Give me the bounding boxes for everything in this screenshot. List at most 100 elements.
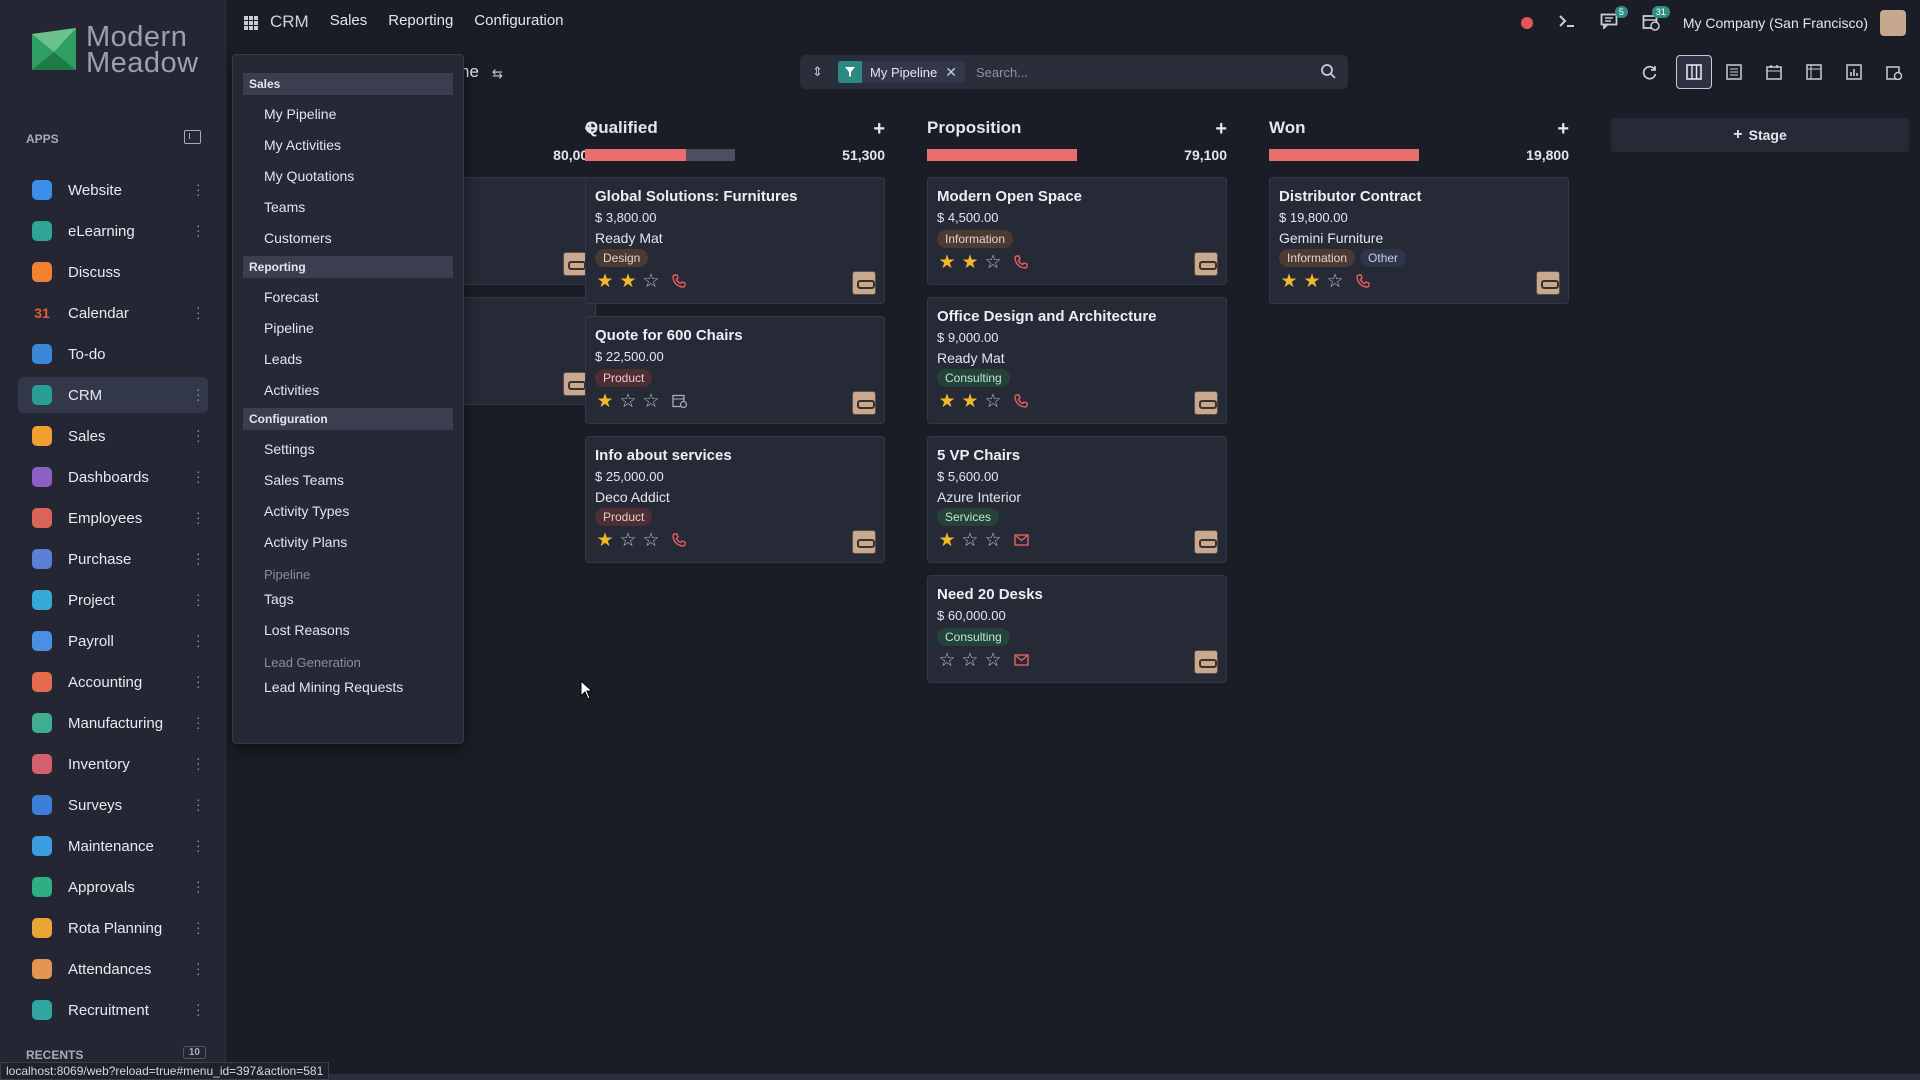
quick-create-icon[interactable]: + bbox=[873, 118, 885, 141]
sort-toggle-icon[interactable]: ⇕ bbox=[812, 64, 823, 80]
menu-sales[interactable]: Sales bbox=[330, 12, 368, 32]
priority-star-icon[interactable]: ☆ bbox=[937, 651, 957, 671]
priority-star-icon[interactable]: ☆ bbox=[983, 531, 1003, 551]
sidebar-item-dashboards[interactable]: Dashboards · · · bbox=[18, 459, 208, 495]
menu-configuration[interactable]: Configuration bbox=[474, 12, 563, 32]
salesperson-avatar[interactable] bbox=[852, 530, 876, 554]
salesperson-avatar[interactable] bbox=[852, 271, 876, 295]
column-title[interactable]: Proposition bbox=[927, 118, 1021, 137]
salesperson-avatar[interactable] bbox=[1194, 252, 1218, 276]
sidebar-item-purchase[interactable]: Purchase · · · bbox=[18, 541, 208, 577]
app-options-icon[interactable]: · · · bbox=[196, 587, 201, 611]
menu-item-forecast[interactable]: Forecast bbox=[233, 282, 463, 313]
app-options-icon[interactable]: · · · bbox=[196, 546, 201, 570]
priority-star-icon[interactable]: ☆ bbox=[641, 392, 661, 412]
sidebar-item-approvals[interactable]: Approvals · · · bbox=[18, 869, 208, 905]
menu-item-my-pipeline[interactable]: My Pipeline bbox=[233, 99, 463, 130]
search-input[interactable] bbox=[976, 61, 1296, 83]
priority-star-icon[interactable]: ★ bbox=[937, 253, 957, 273]
menu-item-leads[interactable]: Leads bbox=[233, 344, 463, 375]
menu-item-customers[interactable]: Customers bbox=[233, 223, 463, 254]
salesperson-avatar[interactable] bbox=[563, 252, 587, 276]
priority-star-icon[interactable]: ☆ bbox=[960, 531, 980, 551]
mail-activity-icon[interactable] bbox=[1014, 533, 1029, 549]
mail-activity-icon[interactable] bbox=[1014, 653, 1029, 669]
phone-activity-icon[interactable] bbox=[1014, 254, 1028, 272]
sidebar-item-website[interactable]: Website · · · bbox=[18, 172, 208, 208]
sidebar-item-attendances[interactable]: Attendances · · · bbox=[18, 951, 208, 987]
sidebar-item-maintenance[interactable]: Maintenance · · · bbox=[18, 828, 208, 864]
list-view-icon[interactable] bbox=[1716, 55, 1752, 89]
kanban-card[interactable]: Need 20 Desks $ 60,000.00 Consulting ☆ ☆ ☆ bbox=[927, 575, 1227, 683]
sidebar-item-project[interactable]: Project · · · bbox=[18, 582, 208, 618]
app-options-icon[interactable]: · · · bbox=[196, 792, 201, 816]
priority-star-icon[interactable]: ☆ bbox=[960, 651, 980, 671]
quick-create-icon[interactable]: + bbox=[1215, 118, 1227, 141]
sidebar-item-discuss[interactable]: Discuss bbox=[18, 254, 208, 290]
kanban-card[interactable]: Modern Open Space $ 4,500.00 Information ★ ★… bbox=[927, 177, 1227, 285]
sidebar-item-calendar[interactable]: 31 Calendar · · · bbox=[18, 295, 208, 331]
app-options-icon[interactable]: · · · bbox=[196, 300, 201, 324]
activities-clock-icon[interactable]: 31 bbox=[1641, 6, 1670, 33]
priority-star-icon[interactable]: ★ bbox=[960, 392, 980, 412]
app-options-icon[interactable]: · · · bbox=[196, 628, 201, 652]
app-options-icon[interactable]: · · · bbox=[196, 464, 201, 488]
app-options-icon[interactable]: · · · bbox=[196, 423, 201, 447]
kanban-card[interactable]: 5 VP Chairs $ 5,600.00 Azure Interior Servi… bbox=[927, 436, 1227, 563]
recording-dot-icon[interactable] bbox=[1520, 17, 1533, 29]
priority-star-icon[interactable]: ☆ bbox=[641, 272, 661, 292]
priority-star-icon[interactable]: ☆ bbox=[983, 392, 1003, 412]
search-icon[interactable] bbox=[1320, 63, 1336, 83]
app-menu-grid-icon[interactable] bbox=[244, 16, 258, 30]
priority-star-icon[interactable]: ★ bbox=[937, 392, 957, 412]
column-title[interactable]: Won bbox=[1269, 118, 1306, 137]
sidebar-item-crm[interactable]: CRM · · · bbox=[18, 377, 208, 413]
menu-reporting[interactable]: Reporting bbox=[388, 12, 453, 32]
priority-star-icon[interactable]: ★ bbox=[960, 253, 980, 273]
priority-star-icon[interactable]: ☆ bbox=[641, 531, 661, 551]
priority-star-icon[interactable]: ★ bbox=[595, 392, 615, 412]
graph-view-icon[interactable] bbox=[1836, 55, 1872, 89]
priority-star-icon[interactable]: ★ bbox=[618, 272, 638, 292]
app-options-icon[interactable]: · · · bbox=[196, 710, 201, 734]
calendar-view-icon[interactable] bbox=[1756, 55, 1792, 89]
menu-item-lead-mining-requests[interactable]: Lead Mining Requests bbox=[233, 672, 463, 703]
salesperson-avatar[interactable] bbox=[1194, 391, 1218, 415]
menu-item-pipeline[interactable]: Pipeline bbox=[233, 313, 463, 344]
sidebar-collapse-icon[interactable] bbox=[184, 130, 201, 144]
menu-item-my-activities[interactable]: My Activities bbox=[233, 130, 463, 161]
priority-star-icon[interactable]: ☆ bbox=[1325, 272, 1345, 292]
sidebar-item-rota-planning[interactable]: Rota Planning · · · bbox=[18, 910, 208, 946]
sidebar-item-elearning[interactable]: eLearning · · · bbox=[18, 213, 208, 249]
salesperson-avatar[interactable] bbox=[1536, 271, 1560, 295]
menu-item-my-quotations[interactable]: My Quotations bbox=[233, 161, 463, 192]
activity-view-icon[interactable] bbox=[1876, 55, 1912, 89]
priority-star-icon[interactable]: ★ bbox=[1302, 272, 1322, 292]
salesperson-avatar[interactable] bbox=[1194, 650, 1218, 674]
priority-star-icon[interactable]: ☆ bbox=[618, 531, 638, 551]
app-options-icon[interactable]: · · · bbox=[196, 997, 201, 1021]
priority-star-icon[interactable]: ★ bbox=[595, 272, 615, 292]
pivot-view-icon[interactable] bbox=[1796, 55, 1832, 89]
sidebar-item-to-do[interactable]: To-do bbox=[18, 336, 208, 372]
facet-remove-icon[interactable]: ✕ bbox=[945, 64, 965, 81]
sidebar-item-manufacturing[interactable]: Manufacturing · · · bbox=[18, 705, 208, 741]
menu-brand[interactable]: CRM bbox=[270, 12, 309, 32]
schedule-activity-icon[interactable] bbox=[672, 393, 688, 411]
salesperson-avatar[interactable] bbox=[1194, 530, 1218, 554]
app-options-icon[interactable]: · · · bbox=[196, 874, 201, 898]
priority-star-icon[interactable]: ☆ bbox=[983, 651, 1003, 671]
settings-toggle-icon[interactable]: ⇆ bbox=[492, 66, 503, 82]
company-switcher[interactable]: My Company (San Francisco) bbox=[1683, 15, 1868, 31]
company-logo[interactable]: Modern Meadow bbox=[30, 23, 200, 80]
app-options-icon[interactable]: · · · bbox=[196, 833, 201, 857]
priority-star-icon[interactable]: ★ bbox=[937, 531, 957, 551]
kanban-view-icon[interactable] bbox=[1676, 55, 1712, 89]
kanban-card[interactable]: Office Design and Architecture $ 9,000.00… bbox=[927, 297, 1227, 424]
menu-item-activities[interactable]: Activities bbox=[233, 375, 463, 406]
horizontal-scrollbar[interactable] bbox=[226, 1074, 1920, 1080]
kanban-card[interactable]: Quote for 600 Chairs $ 22,500.00 Product ★ ☆… bbox=[585, 316, 885, 424]
app-options-icon[interactable]: · · · bbox=[196, 177, 201, 201]
menu-item-tags[interactable]: Tags bbox=[233, 584, 463, 615]
progress-bar[interactable] bbox=[585, 149, 735, 161]
